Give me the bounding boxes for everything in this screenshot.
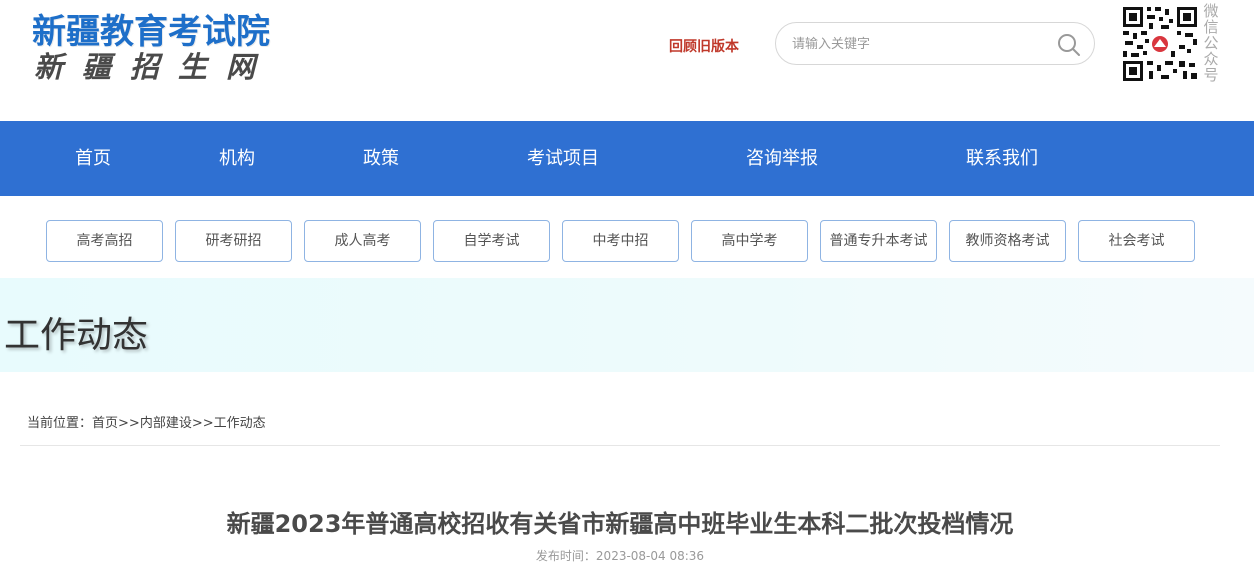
nav-item-contact[interactable]: 联系我们 xyxy=(966,121,1038,196)
nav-item-org[interactable]: 机构 xyxy=(219,121,255,196)
category-button-self-study[interactable]: 自学考试 xyxy=(433,220,550,262)
breadcrumb-item-internal[interactable]: 内部建设 xyxy=(140,416,192,431)
category-button-gaokao[interactable]: 高考高招 xyxy=(46,220,163,262)
search-icon[interactable] xyxy=(1056,32,1082,58)
breadcrumb-item-work-news[interactable]: 工作动态 xyxy=(214,416,266,431)
article-publish-time: 发布时间：2023-08-04 08:36 xyxy=(535,549,705,563)
main-nav: 首页 机构 政策 考试项目 咨询举报 联系我们 xyxy=(0,121,1254,196)
breadcrumb-item-home[interactable]: 首页 xyxy=(92,416,118,431)
category-button-zhongkao[interactable]: 中考中招 xyxy=(562,220,679,262)
wechat-qr-code-icon xyxy=(1121,5,1199,83)
breadcrumb-separator: >> xyxy=(118,416,140,431)
article-title: 新疆2023年普通高校招收有关省市新疆高中班毕业生本科二批次投档情况 xyxy=(226,510,1014,538)
nav-item-policy[interactable]: 政策 xyxy=(363,121,399,196)
breadcrumb-separator: >> xyxy=(191,416,214,431)
category-button-social[interactable]: 社会考试 xyxy=(1078,220,1195,262)
category-button-adult[interactable]: 成人高考 xyxy=(304,220,421,262)
search-box xyxy=(775,22,1095,65)
site-logo-subtitle[interactable]: 新疆招生网 xyxy=(34,44,274,86)
old-version-link[interactable]: 回顾旧版本 xyxy=(669,36,739,56)
nav-item-exams[interactable]: 考试项目 xyxy=(527,121,599,196)
page: 新疆教育考试院 新疆招生网 回顾旧版本 请输入关键字 微信公众号 首页 机构 政… xyxy=(0,0,1254,576)
header: 新疆教育考试院 新疆招生网 回顾旧版本 请输入关键字 微信公众号 xyxy=(0,0,1254,121)
section-title: 工作动态 xyxy=(4,315,149,356)
category-button-high-school[interactable]: 高中学考 xyxy=(691,220,808,262)
nav-item-consult[interactable]: 咨询举报 xyxy=(746,121,818,196)
breadcrumb: 当前位置：首页>>内部建设>>工作动态 xyxy=(27,412,266,431)
category-button-graduate[interactable]: 研考研招 xyxy=(175,220,292,262)
category-button-teacher[interactable]: 教师资格考试 xyxy=(949,220,1066,262)
category-button-upgrade[interactable]: 普通专升本考试 xyxy=(820,220,937,262)
category-buttons: 高考高招 研考研招 成人高考 自学考试 中考中招 高中学考 普通专升本考试 教师… xyxy=(0,220,1254,262)
nav-item-home[interactable]: 首页 xyxy=(75,121,111,196)
section-banner: 工作动态 xyxy=(0,278,1254,372)
breadcrumb-divider xyxy=(20,445,1220,446)
search-input[interactable] xyxy=(792,33,1042,55)
breadcrumb-prefix: 当前位置： xyxy=(27,416,93,431)
qr-code-label: 微信公众号 xyxy=(1203,2,1219,84)
